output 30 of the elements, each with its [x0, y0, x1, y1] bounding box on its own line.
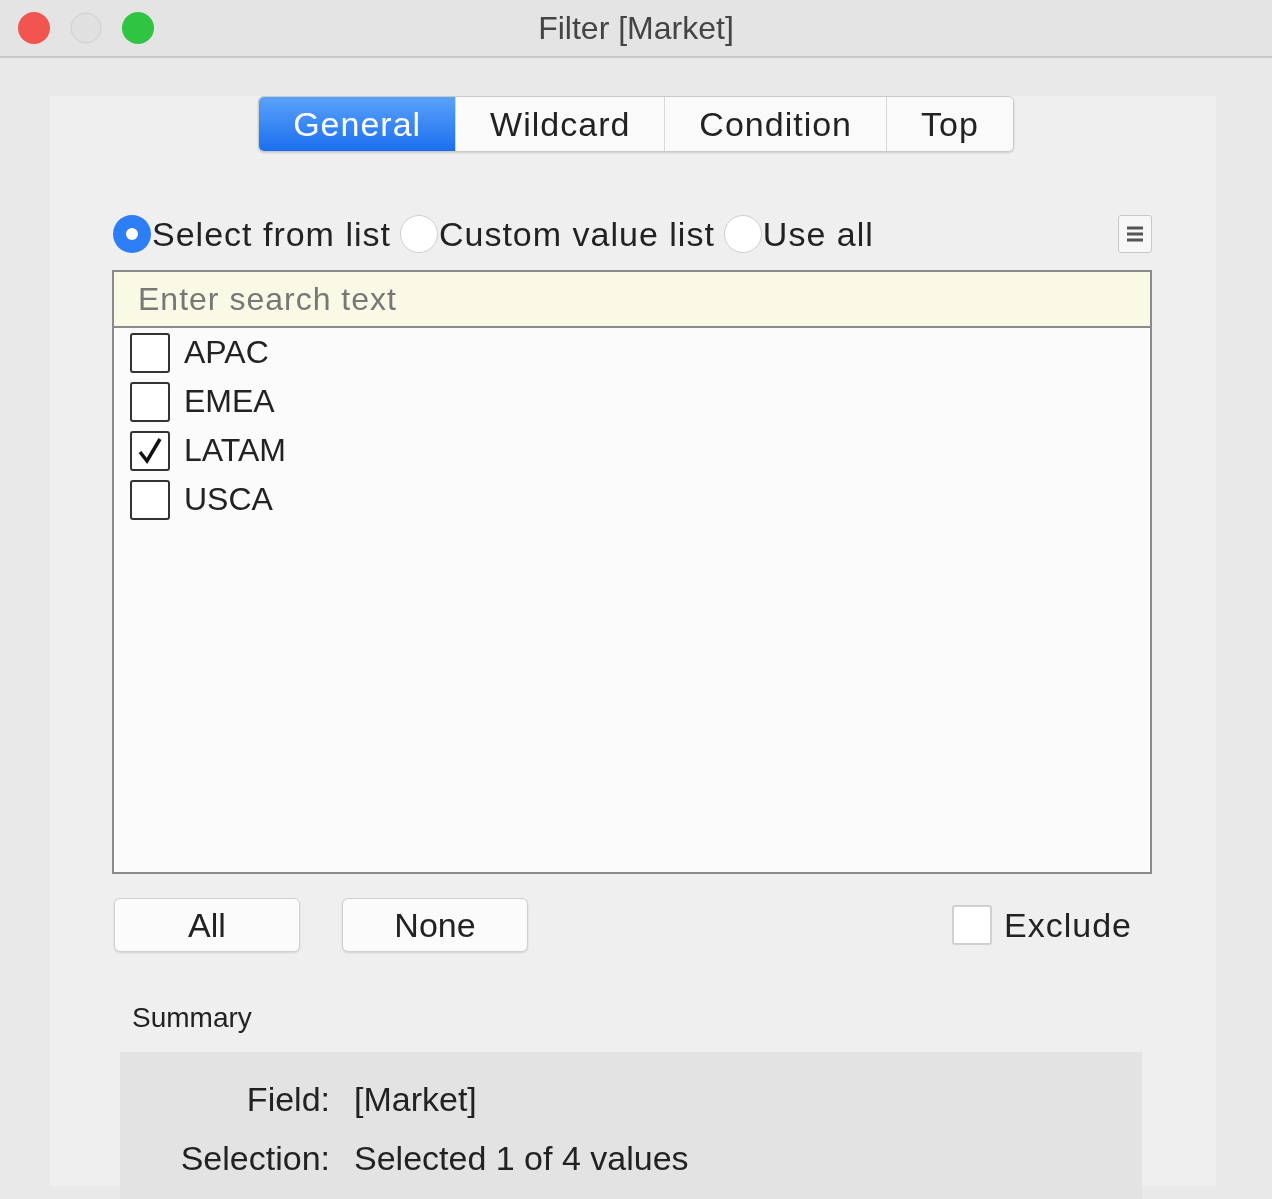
value-label[interactable]: LATAM [184, 432, 286, 469]
value-label[interactable]: APAC [184, 334, 269, 371]
search-field[interactable]: Enter search text [114, 272, 1150, 328]
checkbox[interactable] [130, 332, 170, 373]
checkbox[interactable] [130, 479, 170, 520]
menu-icon[interactable] [1118, 215, 1152, 253]
radio-label[interactable]: Select from list [152, 214, 391, 254]
select-button[interactable]: All [114, 898, 300, 952]
window-title: Filter [Market] [538, 9, 734, 46]
radio-label[interactable]: Use all [762, 214, 874, 254]
radio-button[interactable] [398, 214, 439, 254]
summary-heading: Summary [132, 1002, 252, 1033]
tab[interactable]: Top [886, 97, 1013, 151]
summary-value: [Market] [354, 1080, 478, 1119]
radio-button[interactable] [112, 214, 152, 254]
summary-value: Selected 1 of 4 values [354, 1139, 690, 1178]
value-label[interactable]: EMEA [184, 383, 275, 420]
summary-label: Field: [245, 1080, 330, 1119]
summary-label: Selection: [179, 1139, 330, 1178]
close-icon[interactable] [18, 12, 50, 44]
value-label[interactable]: USCA [184, 481, 273, 518]
tab[interactable]: Condition [664, 97, 886, 151]
tab[interactable]: General [259, 97, 456, 151]
radio-button[interactable] [722, 214, 763, 254]
tab[interactable]: Wildcard [455, 97, 665, 151]
exclude-label[interactable]: Exclude [1004, 905, 1132, 945]
checkbox[interactable] [130, 381, 170, 422]
checkbox[interactable] [130, 430, 170, 471]
select-button[interactable]: None [342, 898, 528, 952]
radio-label[interactable]: Custom value list [438, 214, 715, 254]
